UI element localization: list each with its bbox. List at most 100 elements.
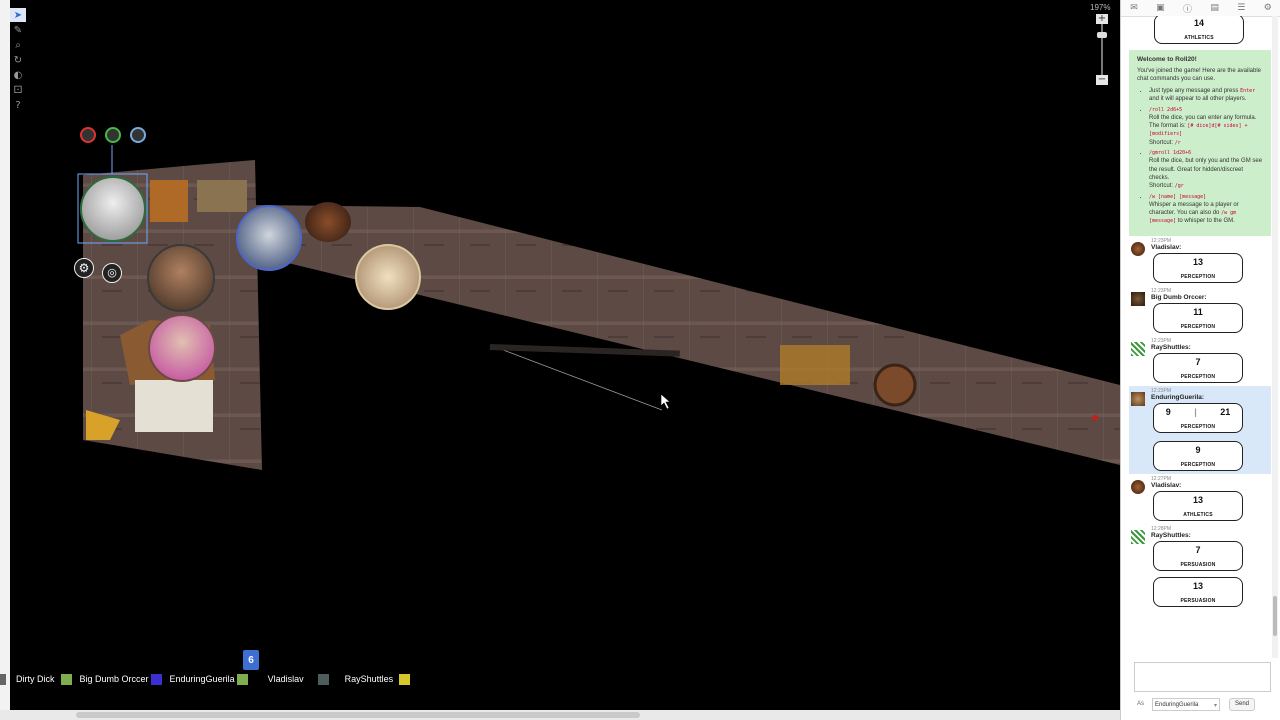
avatar	[1131, 479, 1145, 494]
roll-value: 21	[1220, 406, 1231, 417]
token-orc-head[interactable]	[305, 202, 351, 242]
compendium-icon[interactable]: ▤	[1210, 3, 1219, 13]
scroll-thumb[interactable]	[76, 712, 640, 718]
chat-message: 12:27PM Vladislav: 13 ATHLETICS	[1129, 474, 1271, 524]
player-rayshuttles[interactable]: RayShuttles	[344, 673, 411, 685]
roll-result: 13 ATHLETICS	[1153, 490, 1243, 521]
avatar	[1131, 341, 1145, 356]
zoom-slider-knob[interactable]	[1097, 32, 1107, 38]
roll-skill: PERSUASION	[1180, 597, 1216, 604]
roll-skill: PERCEPTION	[1180, 373, 1216, 380]
zoom-icon[interactable]: ⌕	[10, 38, 26, 52]
chat-log[interactable]: 14 ATHLETICS Welcome to Roll20! You've j…	[1129, 16, 1271, 658]
player-color-swatch	[317, 673, 329, 685]
tool-list: ➤ ✎ ⌕ ↻ ◐ ⚀ ?	[10, 8, 26, 113]
roll-value: 9	[1165, 406, 1171, 417]
roll-skill: PERCEPTION	[1180, 461, 1216, 468]
chat-message: 12:23PM Big Dumb Orccer: 11 PERCEPTION	[1129, 286, 1271, 336]
token-noble[interactable]	[148, 314, 216, 382]
player-vladislav[interactable]: Vladislav	[267, 673, 329, 685]
chat-message: 12:23PM RayShuttles: 7 PERCEPTION	[1129, 336, 1271, 386]
token-monk[interactable]	[355, 244, 421, 310]
roll-value: 11	[1193, 306, 1203, 317]
gear-icon[interactable]: ⚙	[74, 258, 94, 278]
roll-value: 7	[1195, 544, 1201, 555]
avatar	[1131, 391, 1145, 406]
player-color-swatch	[60, 673, 72, 685]
draw-icon[interactable]: ✎	[10, 23, 26, 37]
sender-name: RayShuttles:	[1151, 531, 1191, 539]
player-color-swatch	[0, 673, 6, 685]
roll-value: 13	[1192, 256, 1203, 267]
horizontal-scrollbar[interactable]	[0, 710, 1120, 720]
sender-name: Big Dumb Orccer:	[1151, 293, 1207, 301]
deck-icon[interactable]: ☰	[1237, 3, 1245, 13]
measure-icon[interactable]: ↻	[10, 53, 26, 67]
art-icon[interactable]: ▣	[1156, 3, 1165, 13]
settings-icon[interactable]: ⚙	[1264, 3, 1272, 13]
crate	[150, 180, 188, 222]
welcome-message: Welcome to Roll20! You've joined the gam…	[1129, 50, 1271, 236]
token-blue-hooded[interactable]	[236, 205, 302, 271]
roll-value: 9	[1195, 444, 1201, 455]
journal-icon[interactable]: ⓘ	[1183, 2, 1192, 15]
zoom-level: 197%	[1090, 3, 1111, 12]
chevron-down-icon: ▾	[1213, 703, 1217, 709]
roll-skill: PERSUASION	[1180, 561, 1216, 568]
chat-message: 12:28PM RayShuttles: 7 PERSUASION 13 PERSU…	[1129, 524, 1271, 610]
player-count-badge[interactable]: 6	[243, 650, 259, 670]
chat-input[interactable]	[1134, 662, 1271, 692]
token-bar-green-bubble[interactable]	[105, 127, 121, 143]
avatar	[1131, 529, 1145, 544]
roll-skill: PERCEPTION	[1180, 423, 1216, 430]
panel-tabs: ✉ ▣ ⓘ ▤ ☰ ⚙	[1121, 0, 1280, 17]
player-name: Dirty Dick	[16, 674, 55, 684]
token-bar-red-bubble[interactable]	[80, 127, 96, 143]
player-color-swatch	[236, 673, 248, 685]
player-name: RayShuttles	[344, 674, 394, 684]
chat-scrollbar[interactable]	[1272, 16, 1278, 658]
mouse-cursor-icon	[660, 393, 671, 410]
map-canvas[interactable]: ⚙ ◎	[0, 0, 1120, 710]
player-name: Big Dumb Orccer	[79, 674, 149, 684]
zoom-in-button[interactable]: +	[1096, 14, 1108, 24]
speaking-as-select[interactable]: EnduringGuerila ▾	[1152, 698, 1220, 711]
zoom-out-button[interactable]: −	[1096, 75, 1108, 85]
fog-icon[interactable]: ◐	[10, 68, 26, 82]
target-icon[interactable]: ◎	[102, 263, 122, 283]
player-dirty-dick[interactable]: Dirty Dick	[16, 673, 72, 685]
player-color-swatch	[150, 673, 162, 685]
left-toolbar-strip	[0, 0, 10, 720]
roll-value: 13	[1192, 580, 1203, 591]
player-list: Dirty Dick Big Dumb Orccer EnduringGueri…	[0, 671, 418, 687]
scroll-thumb[interactable]	[1273, 596, 1277, 636]
speaking-as-label: As	[1137, 701, 1145, 707]
player-big-dumb-orccer[interactable]: Big Dumb Orccer	[79, 673, 162, 685]
roll-value: 13	[1192, 494, 1203, 505]
roll-result: 11 PERCEPTION	[1153, 302, 1243, 333]
roll-value: 14	[1193, 18, 1204, 28]
help-icon[interactable]: ?	[10, 98, 26, 112]
barrel	[873, 363, 917, 407]
select-icon[interactable]: ➤	[10, 8, 26, 22]
token-orc-fighter[interactable]	[147, 244, 215, 312]
player-color-swatch	[399, 673, 411, 685]
dice-icon[interactable]: ⚀	[10, 83, 26, 97]
token-bar-blue-bubble[interactable]	[130, 127, 146, 143]
token-statue[interactable]	[80, 176, 146, 242]
roll-result: 13 PERSUASION	[1153, 576, 1243, 607]
roll-skill: ATHLETICS	[1183, 511, 1213, 518]
roll-skill: PERCEPTION	[1180, 273, 1216, 280]
sender-name: EnduringGuerila:	[1151, 393, 1205, 401]
sender-name: RayShuttles:	[1151, 343, 1191, 351]
roll-skill: ATHLETICS	[1184, 35, 1214, 41]
send-button[interactable]: Send	[1229, 698, 1255, 711]
roll-result: 7 PERCEPTION	[1153, 352, 1243, 383]
bed	[135, 380, 213, 432]
shelf	[197, 180, 247, 212]
player-name: Vladislav	[267, 674, 304, 684]
player-enduringguerila[interactable]: EnduringGuerila	[170, 673, 248, 685]
roll-result: 14 ATHLETICS	[1154, 16, 1244, 44]
marker	[1092, 415, 1098, 421]
chat-icon[interactable]: ✉	[1130, 3, 1138, 13]
